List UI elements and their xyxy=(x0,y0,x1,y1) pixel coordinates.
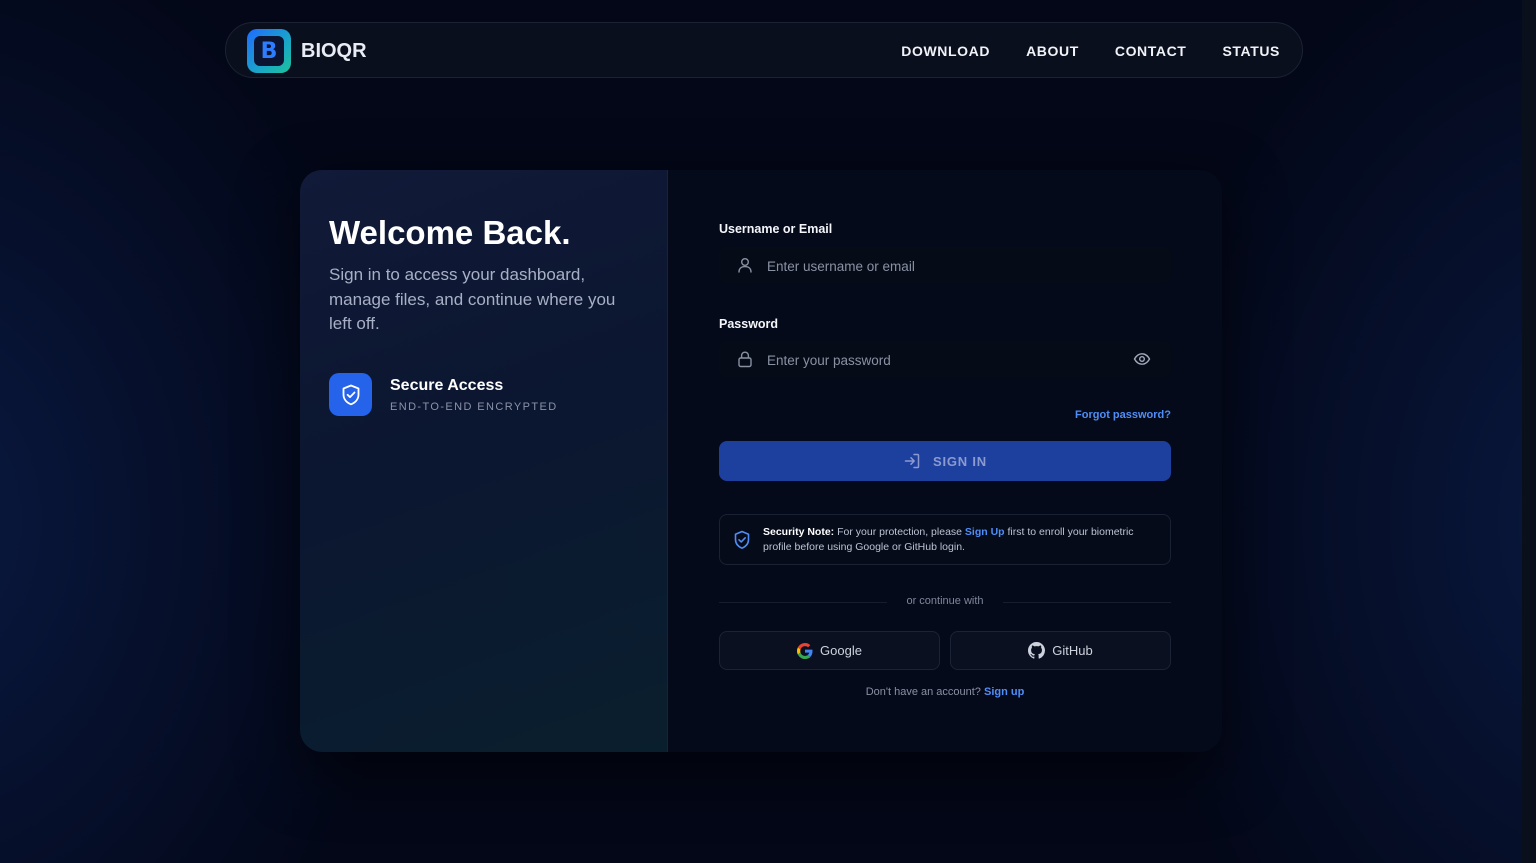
github-login-label: GitHub xyxy=(1052,643,1093,658)
signup-prompt: Don't have an account? Sign up xyxy=(719,686,1171,698)
welcome-panel: Welcome Back. Sign in to access your das… xyxy=(300,170,668,752)
welcome-subtitle: Sign in to access your dashboard, manage… xyxy=(329,265,616,333)
shield-check-icon xyxy=(329,373,372,416)
secure-access-title: Secure Access xyxy=(390,376,504,394)
forgot-password-link[interactable]: Forgot password? xyxy=(1075,409,1171,421)
bioqr-logo-icon: B xyxy=(247,29,291,73)
google-login-label: Google xyxy=(820,643,862,658)
secure-access-text: Secure Access END-TO-END ENCRYPTED xyxy=(390,377,558,413)
google-icon xyxy=(797,642,813,659)
username-field[interactable] xyxy=(719,247,1171,285)
lock-icon xyxy=(738,351,752,368)
shield-check-icon xyxy=(734,530,750,549)
username-input[interactable] xyxy=(765,247,1129,285)
github-login-button[interactable]: GitHub xyxy=(950,631,1171,670)
secure-access-subtitle: END-TO-END ENCRYPTED xyxy=(390,400,558,413)
nav-link-download[interactable]: DOWNLOAD xyxy=(901,43,990,59)
user-icon xyxy=(738,258,752,273)
secure-access-feature: Secure Access END-TO-END ENCRYPTED xyxy=(329,373,558,416)
password-field[interactable] xyxy=(719,341,1171,379)
nav-link-status[interactable]: STATUS xyxy=(1222,43,1280,59)
sign-in-button[interactable]: SIGN IN xyxy=(719,441,1171,481)
security-note-heading: Security Note: xyxy=(763,526,835,538)
eye-icon[interactable] xyxy=(1133,350,1151,368)
sign-in-icon xyxy=(904,453,920,469)
password-input[interactable] xyxy=(765,341,1129,379)
nav-links: DOWNLOAD ABOUT CONTACT STATUS xyxy=(865,23,1280,79)
brand-name: BIOQR xyxy=(301,39,367,62)
google-login-button[interactable]: Google xyxy=(719,631,940,670)
username-label: Username or Email xyxy=(719,222,833,236)
sign-up-link[interactable]: Sign up xyxy=(984,686,1024,698)
brand[interactable]: B BIOQR xyxy=(247,29,367,73)
divider-text: or continue with xyxy=(906,595,984,607)
logo-letter: B xyxy=(254,36,284,66)
top-navbar: B BIOQR DOWNLOAD ABOUT CONTACT STATUS xyxy=(225,22,1303,78)
nav-link-contact[interactable]: CONTACT xyxy=(1115,43,1187,59)
or-divider: or continue with xyxy=(719,595,1171,609)
password-label: Password xyxy=(719,317,779,331)
security-note-text: Security Note: For your protection, plea… xyxy=(763,525,1158,554)
login-card: Welcome Back. Sign in to access your das… xyxy=(300,170,1222,752)
security-note: Security Note: For your protection, plea… xyxy=(719,514,1171,565)
signup-prompt-text: Don't have an account? xyxy=(865,686,984,698)
scrollbar-track[interactable] xyxy=(1522,0,1536,863)
security-note-body-start: For your protection, please xyxy=(834,526,965,538)
nav-link-about[interactable]: ABOUT xyxy=(1026,43,1079,59)
github-icon xyxy=(1028,642,1046,659)
sign-in-label: SIGN IN xyxy=(933,453,987,469)
security-note-sign-up-link[interactable]: Sign Up xyxy=(965,526,1005,538)
welcome-title: Welcome Back. xyxy=(329,214,571,251)
